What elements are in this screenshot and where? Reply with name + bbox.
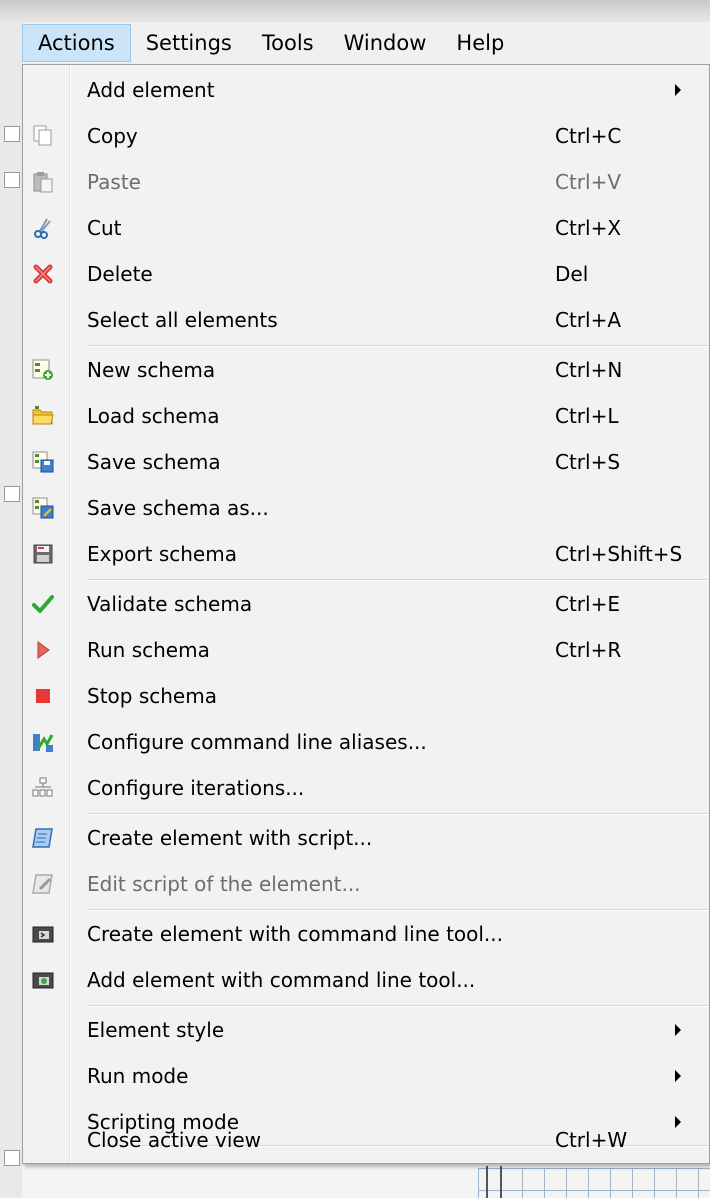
menu-item-label: Cut — [87, 216, 122, 240]
menu-item-add-element-cmd[interactable]: Add element with command line tool... — [23, 957, 709, 1003]
submenu-arrow-icon — [675, 84, 681, 96]
submenu-arrow-icon — [675, 1024, 681, 1036]
run-icon — [31, 638, 55, 662]
menu-item-label: Load schema — [87, 404, 220, 428]
menu-item-shortcut: Ctrl+X — [555, 216, 622, 240]
menu-item-configure-aliases[interactable]: Configure command line aliases... — [23, 719, 709, 765]
menu-actions[interactable]: Actions — [22, 24, 131, 62]
submenu-arrow-icon — [675, 1070, 681, 1082]
menu-item-label: Save schema as... — [87, 496, 269, 520]
checkmark-icon — [31, 592, 55, 616]
menu-help[interactable]: Help — [441, 24, 519, 62]
menu-item-label: Element style — [87, 1018, 225, 1042]
menu-item-label: Save schema — [87, 450, 221, 474]
menu-item-export-schema[interactable]: Export schema Ctrl+Shift+S — [23, 531, 709, 577]
menu-item-element-style[interactable]: Element style — [23, 1007, 709, 1053]
menu-item-run-schema[interactable]: Run schema Ctrl+R — [23, 627, 709, 673]
menu-item-configure-iterations[interactable]: Configure iterations... — [23, 765, 709, 811]
toolbar-sliver — [4, 126, 20, 142]
menu-item-label: Edit script of the element... — [87, 872, 361, 896]
menu-item-label: Run schema — [87, 638, 210, 662]
menu-item-shortcut: Ctrl+C — [555, 124, 622, 148]
menu-item-select-all[interactable]: Select all elements Ctrl+A — [23, 297, 709, 343]
menu-item-shortcut: Ctrl+A — [555, 308, 622, 332]
window-titlebar-edge — [0, 0, 710, 22]
menu-item-load-schema[interactable]: Load schema Ctrl+L — [23, 393, 709, 439]
menu-item-label: Add element — [87, 78, 215, 102]
menu-item-shortcut: Ctrl+S — [555, 450, 621, 474]
menu-item-shortcut: Ctrl+L — [555, 404, 619, 428]
cut-icon — [31, 216, 55, 240]
paste-icon — [31, 170, 55, 194]
canvas-splitter[interactable] — [486, 1166, 502, 1198]
toolbar-sliver — [4, 172, 20, 188]
menu-item-shortcut: Ctrl+N — [555, 358, 623, 382]
save-schema-icon — [31, 450, 55, 474]
menu-item-new-schema[interactable]: New schema Ctrl+N — [23, 347, 709, 393]
menu-item-shortcut: Ctrl+V — [555, 170, 622, 194]
menu-item-shortcut: Ctrl+Shift+S — [555, 542, 683, 566]
aliases-icon — [31, 730, 55, 754]
menu-item-shortcut: Del — [555, 262, 589, 286]
toolbar-sliver — [4, 1150, 20, 1166]
menu-item-label: Export schema — [87, 542, 237, 566]
menu-window[interactable]: Window — [329, 24, 442, 62]
copy-icon — [31, 124, 55, 148]
export-icon — [31, 542, 55, 566]
menu-item-label: Delete — [87, 262, 153, 286]
toolbar-sliver — [4, 486, 20, 502]
menu-item-label: Configure command line aliases... — [87, 730, 427, 754]
menu-settings[interactable]: Settings — [131, 24, 247, 62]
menu-item-label: Create element with script... — [87, 826, 373, 850]
edit-script-icon — [31, 872, 55, 896]
menu-item-save-schema-as[interactable]: Save schema as... — [23, 485, 709, 531]
iterations-icon — [31, 776, 55, 800]
menu-item-save-schema[interactable]: Save schema Ctrl+S — [23, 439, 709, 485]
menu-item-label: Create element with command line tool... — [87, 922, 504, 946]
menu-item-shortcut: Ctrl+R — [555, 638, 622, 662]
cmd-tool-icon — [31, 922, 55, 946]
delete-icon — [31, 262, 55, 286]
menu-item-label: Select all elements — [87, 308, 278, 332]
canvas-grid — [478, 1168, 710, 1198]
save-as-icon — [31, 496, 55, 520]
menu-item-cut[interactable]: Cut Ctrl+X — [23, 205, 709, 251]
menu-item-label: Close active view — [87, 1128, 262, 1152]
menu-item-validate-schema[interactable]: Validate schema Ctrl+E — [23, 581, 709, 627]
folder-icon — [31, 404, 55, 428]
menu-item-close-active-view[interactable]: Close active view Ctrl+W — [23, 1117, 709, 1163]
new-schema-icon — [31, 358, 55, 382]
menu-item-shortcut: Ctrl+E — [555, 592, 620, 616]
menu-item-label: Run mode — [87, 1064, 189, 1088]
menu-item-label: New schema — [87, 358, 216, 382]
menu-item-copy[interactable]: Copy Ctrl+C — [23, 113, 709, 159]
menu-item-add-element[interactable]: Add element — [23, 67, 709, 113]
menu-item-label: Add element with command line tool... — [87, 968, 476, 992]
menu-item-label: Copy — [87, 124, 138, 148]
menu-item-stop-schema[interactable]: Stop schema — [23, 673, 709, 719]
menu-tools[interactable]: Tools — [247, 24, 329, 62]
menu-item-paste[interactable]: Paste Ctrl+V — [23, 159, 709, 205]
menu-item-delete[interactable]: Delete Del — [23, 251, 709, 297]
menu-item-edit-script[interactable]: Edit script of the element... — [23, 861, 709, 907]
menu-bar: Actions Settings Tools Window Help — [22, 22, 710, 64]
stop-icon — [31, 684, 55, 708]
actions-dropdown: Add element Copy Ctrl+C Paste Ctrl+V Cut… — [22, 64, 710, 1164]
menu-item-label: Paste — [87, 170, 141, 194]
menu-item-label: Validate schema — [87, 592, 253, 616]
menu-item-label: Configure iterations... — [87, 776, 305, 800]
menu-item-label: Stop schema — [87, 684, 217, 708]
menu-item-shortcut: Ctrl+W — [555, 1128, 628, 1152]
menu-item-create-element-cmd[interactable]: Create element with command line tool... — [23, 911, 709, 957]
menu-item-create-element-script[interactable]: Create element with script... — [23, 815, 709, 861]
menu-item-run-mode[interactable]: Run mode — [23, 1053, 709, 1099]
cmd-tool-add-icon — [31, 968, 55, 992]
script-icon — [31, 826, 55, 850]
